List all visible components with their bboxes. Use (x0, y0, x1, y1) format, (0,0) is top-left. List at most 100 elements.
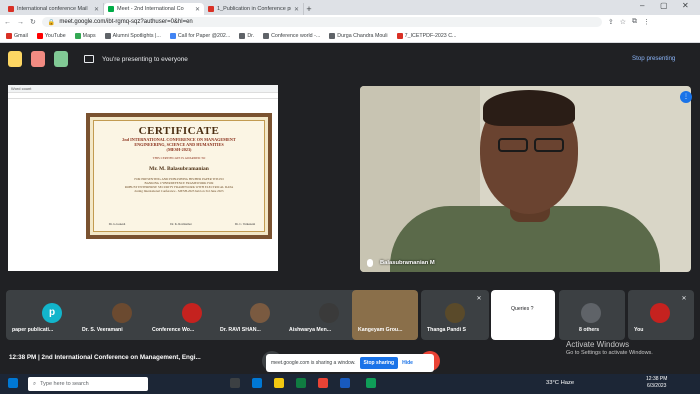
certificate-title: CERTIFICATE (138, 125, 220, 137)
presentation-tile[interactable]: Word count CERTIFICATE 2nd INTERNATIONAL… (8, 85, 278, 271)
app-icon[interactable] (366, 378, 376, 388)
sharing-notice-text: meet.google.com is sharing a window. (271, 360, 356, 366)
file-explorer-icon[interactable] (274, 378, 284, 388)
forward-icon[interactable]: → (17, 19, 24, 26)
mic-off-icon: ✕ (681, 296, 687, 302)
extension-icon[interactable]: ⧉ (632, 18, 637, 26)
speaker-name: Balasubramanian M (380, 260, 435, 266)
participant-tile[interactable]: Kangeyam Grou... (352, 290, 418, 340)
certificate-signature-2: Dr. K. Ravikumar (170, 222, 192, 226)
participant-name: You (634, 327, 644, 333)
bookmark-youtube[interactable]: YouTube (36, 32, 66, 39)
glasses-left (498, 138, 528, 152)
close-icon[interactable]: ✕ (294, 6, 299, 13)
windows-start-icon[interactable] (8, 378, 18, 388)
avatar (112, 303, 132, 323)
minimize-icon[interactable]: – (640, 1, 644, 10)
taskbar-search-field[interactable]: ⌕ Type here to search (28, 377, 148, 391)
stop-presenting-button[interactable]: Stop presenting (632, 55, 675, 62)
reload-icon[interactable]: ↻ (30, 18, 36, 26)
menu-icon[interactable]: ⋮ (643, 18, 650, 26)
avatar (182, 303, 202, 323)
certificate-line4: during International Conference - MESH-2… (134, 189, 224, 193)
audio-level-icon: ⋮ (680, 91, 692, 103)
close-window-icon[interactable]: ✕ (682, 1, 689, 10)
avatar (581, 303, 601, 323)
gmail-icon (396, 32, 403, 39)
present-screen-icon (84, 55, 94, 63)
share-icon[interactable]: ⇪ (608, 18, 614, 26)
gmail-icon (208, 6, 214, 12)
participant-name: Dr. RAVI SHAN... (220, 327, 261, 333)
bookmark-call-for-paper[interactable]: Call for Paper @202... (169, 32, 230, 39)
browser-tab-meet[interactable]: Meet - 2nd International Co ✕ (104, 3, 204, 15)
participant-tile[interactable]: ✕ You (628, 290, 694, 340)
meet-icon (108, 6, 114, 12)
record-icon[interactable] (31, 51, 45, 67)
participant-tile[interactable]: Queries ? (491, 290, 555, 340)
url-text: meet.google.com/ibt-rgmq-sqz?authuser=0&… (59, 19, 193, 25)
edge-icon[interactable] (252, 378, 262, 388)
bookmark-conference-world[interactable]: Conference world -... (263, 32, 320, 39)
address-bar-row: ← → ↻ 🔒 meet.google.com/ibt-rgmq-sqz?aut… (0, 15, 700, 29)
bookmark-icetpdf[interactable]: 7_ICETPDF-2023 C... (396, 32, 456, 39)
browser-tab-mail[interactable]: International conference Mail ✕ (4, 3, 104, 15)
new-tab-button[interactable]: + (304, 3, 314, 15)
bookmark-durga[interactable]: Durga Chandra Mouli (329, 32, 388, 39)
participant-name: 8 others (579, 327, 600, 333)
star-icon[interactable]: ☆ (620, 18, 626, 26)
search-icon: ⌕ (33, 380, 37, 387)
avatar (650, 303, 670, 323)
gmail-icon (6, 32, 12, 39)
participant-tile[interactable]: 8 others (559, 290, 625, 340)
activities-icon[interactable] (8, 51, 22, 67)
glasses-right (534, 138, 564, 152)
url-field[interactable]: 🔒 meet.google.com/ibt-rgmq-sqz?authuser=… (41, 17, 602, 27)
certificate-name: Mr. M. Balasubramanian (149, 166, 209, 172)
browser-tab-publication[interactable]: 1_Publication in Conference pro ✕ (204, 3, 304, 15)
task-view-icon[interactable] (230, 378, 240, 388)
maximize-icon[interactable]: ▢ (660, 1, 668, 10)
chrome-icon[interactable] (318, 378, 328, 388)
mic-icon (367, 259, 373, 267)
bookmark-maps[interactable]: Maps (74, 32, 96, 39)
certificate-awarded-line: THIS CERTIFICATE IS AWARDED TO (152, 156, 206, 160)
bookmark-gmail[interactable]: Gmail (6, 32, 28, 39)
meeting-title: 12:38 PM | 2nd International Conference … (9, 354, 201, 361)
presenting-status: You're presenting to everyone (102, 56, 188, 63)
hide-button[interactable]: Hide (402, 360, 413, 366)
certificate-signature-1: Dr. G.Ganesh (108, 222, 126, 226)
page-icon (239, 32, 246, 39)
back-icon[interactable]: ← (4, 19, 11, 26)
activate-subtitle: Go to Settings to activate Windows. (566, 350, 653, 356)
youtube-icon (36, 32, 43, 39)
close-icon[interactable]: ✕ (195, 6, 200, 13)
browser-tab-strip: International conference Mail ✕ Meet - 2… (0, 0, 700, 15)
sharing-notice: meet.google.com is sharing a window. Sto… (266, 354, 434, 372)
shared-window-titlebar: Word count (8, 85, 278, 93)
weather-widget[interactable]: 33°C Haze (546, 380, 574, 386)
participant-name: Thanga Pandi S (427, 327, 466, 333)
page-icon (329, 32, 336, 39)
activate-title: Activate Windows (566, 340, 630, 349)
participant-name: Conference Wo... (152, 327, 195, 333)
layout-icon[interactable] (54, 51, 68, 67)
tab-title: 1_Publication in Conference pro (217, 6, 291, 12)
certificate-signature-3: Dr. C. Venkatesh (234, 222, 256, 226)
close-icon[interactable]: ✕ (94, 6, 99, 13)
speaker-video-tile[interactable] (360, 86, 691, 272)
stop-sharing-button[interactable]: Stop sharing (359, 357, 399, 369)
shared-window-toolbar (8, 93, 278, 99)
clock-time: 12:38 PM (646, 376, 668, 382)
participant-tile[interactable]: ✕ Thanga Pandi S (421, 290, 489, 340)
certificate-image: CERTIFICATE 2nd INTERNATIONAL CONFERENCE… (86, 113, 272, 239)
taskbar-clock[interactable]: 12:38 PM 6/3/2023 (646, 376, 667, 390)
avatar (445, 303, 465, 323)
bookmark-dr[interactable]: Dr. (239, 32, 254, 39)
participant-name: Aishwarya Men... (289, 327, 332, 333)
excel-icon[interactable] (296, 378, 306, 388)
gmail-icon (8, 6, 14, 12)
avatar (250, 303, 270, 323)
bookmark-alumni[interactable]: Alumni Spotlights |... (104, 32, 161, 39)
word-icon[interactable] (340, 378, 350, 388)
